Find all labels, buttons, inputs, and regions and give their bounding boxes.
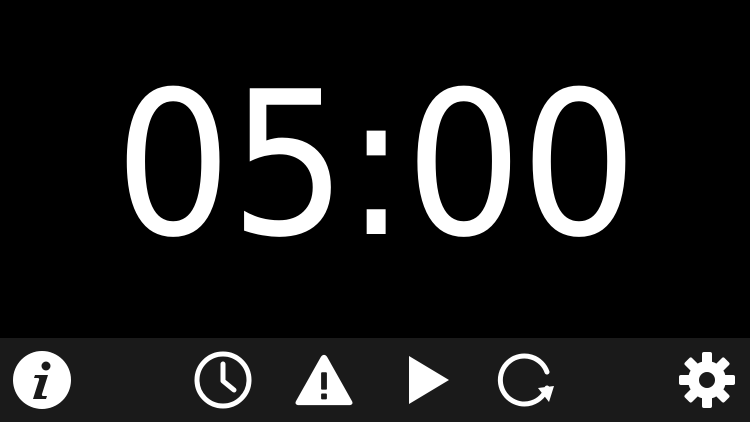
play-icon xyxy=(409,356,449,404)
clock-button[interactable] xyxy=(193,350,253,410)
bottom-toolbar xyxy=(0,338,750,422)
reset-icon xyxy=(497,353,554,407)
play-button[interactable] xyxy=(397,350,457,410)
warning-button[interactable] xyxy=(294,350,354,410)
warning-icon xyxy=(295,354,353,406)
gear-icon xyxy=(679,352,735,408)
timer-display: 05:00 xyxy=(0,0,750,338)
clock-icon xyxy=(194,351,252,409)
timer-app: 05:00 xyxy=(0,0,750,422)
info-icon xyxy=(13,351,71,409)
timer-readout: 05:00 xyxy=(114,49,637,282)
info-button[interactable] xyxy=(12,350,72,410)
reset-button[interactable] xyxy=(496,350,556,410)
settings-button[interactable] xyxy=(677,350,737,410)
